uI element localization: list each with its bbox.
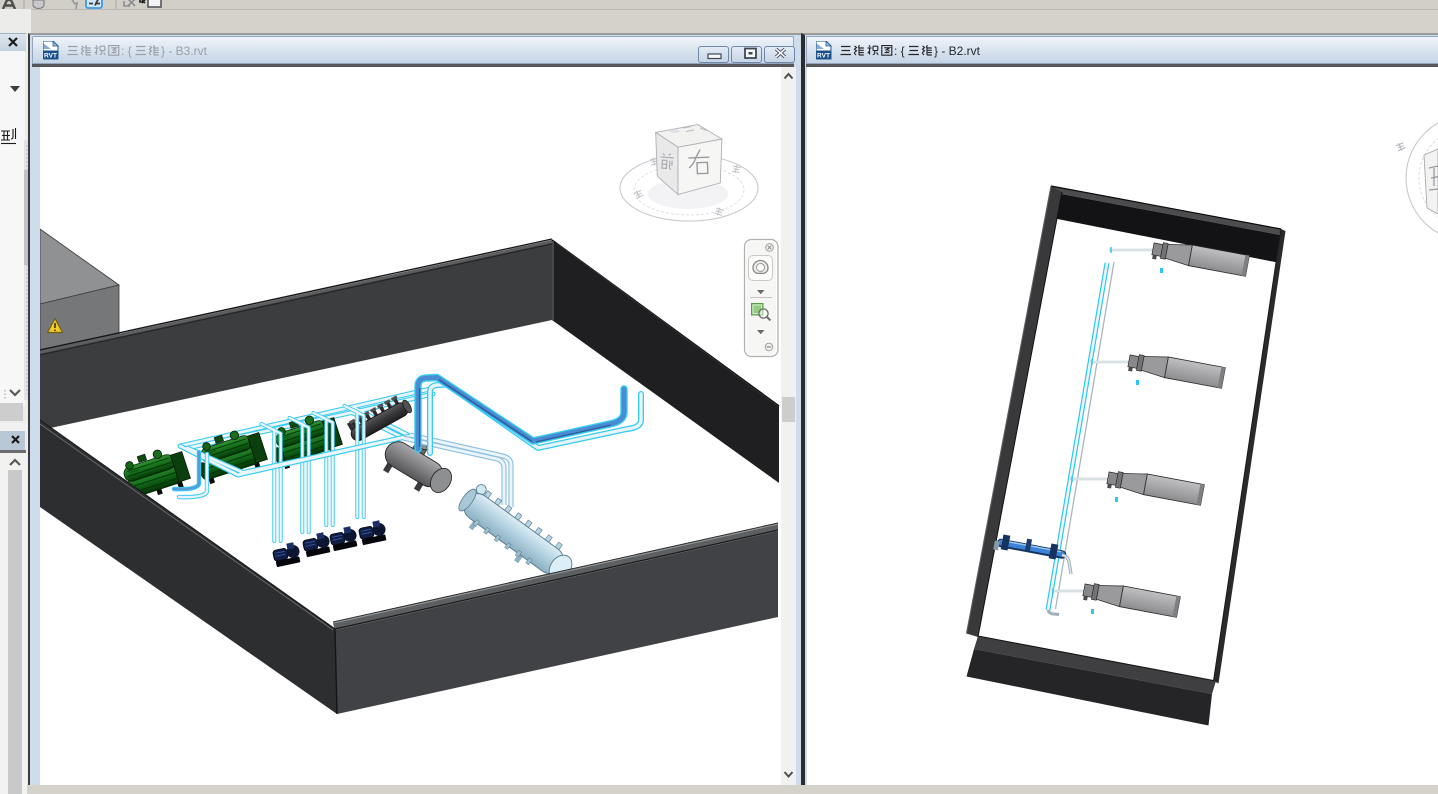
- svg-text:RVT: RVT: [817, 53, 830, 60]
- svg-text:} - B3.rvt: } - B3.rvt: [161, 44, 208, 58]
- svg-text:RVT: RVT: [44, 53, 57, 60]
- svg-text:: {: : {: [894, 44, 905, 58]
- svg-text:: {: : {: [121, 44, 132, 58]
- svg-text:} - B2.rvt: } - B2.rvt: [934, 44, 981, 58]
